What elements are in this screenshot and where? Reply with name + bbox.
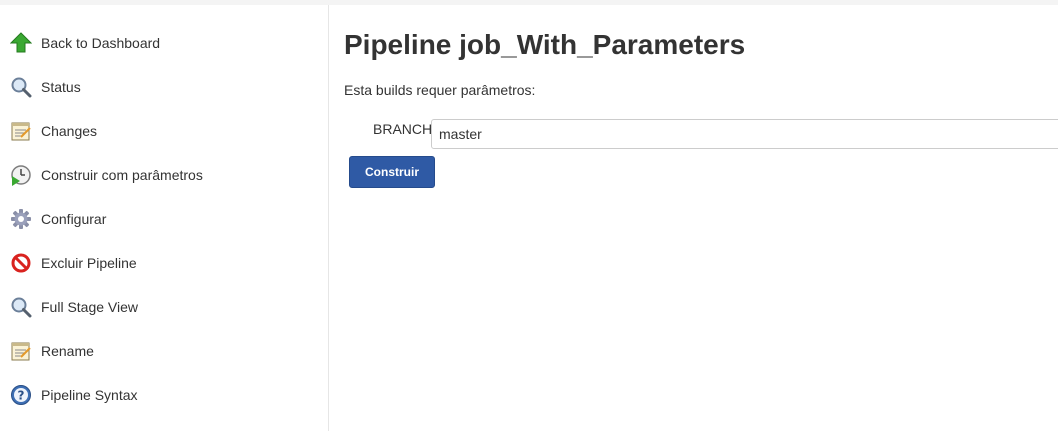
sidebar-item-status[interactable]: Status (0, 65, 328, 109)
page-title: Pipeline job_With_Parameters (344, 29, 746, 60)
up-arrow-icon (9, 32, 33, 54)
sidebar-item-construir-com-parametros[interactable]: Construir com parâmetros (0, 153, 328, 197)
notepad-icon (10, 120, 32, 142)
sidebar-item-label: Configurar (41, 211, 107, 227)
sidebar-item-label: Rename (41, 343, 94, 359)
sidebar-item-rename[interactable]: Rename (0, 329, 328, 373)
clock-play-icon (10, 164, 32, 186)
sidebar-item-full-stage-view[interactable]: Full Stage View (0, 285, 328, 329)
sidebar-item-label: Changes (41, 123, 98, 139)
sidebar-item-back-to-dashboard[interactable]: Back to Dashboard (0, 21, 328, 65)
sidebar: Back to Dashboard Status Changes Constru… (0, 5, 329, 431)
gear-icon (10, 208, 32, 230)
sidebar-item-pipeline-syntax[interactable]: ? Pipeline Syntax (0, 373, 328, 417)
sidebar-item-label: Excluir Pipeline (41, 255, 137, 271)
sidebar-item-label: Construir com parâmetros (41, 167, 203, 183)
branch-param-label: BRANCH (373, 121, 433, 137)
sidebar-item-label: Full Stage View (41, 299, 139, 315)
sidebar-item-label: Pipeline Syntax (41, 387, 138, 403)
sidebar-item-configurar[interactable]: Configurar (0, 197, 328, 241)
sidebar-item-changes[interactable]: Changes (0, 109, 328, 153)
sidebar-item-label: Status (41, 79, 81, 95)
notepad-icon (10, 340, 32, 362)
branch-input[interactable] (431, 119, 1058, 149)
svg-text:?: ? (18, 389, 25, 403)
magnifier-icon (10, 76, 32, 98)
no-entry-icon (10, 252, 32, 274)
sidebar-item-label: Back to Dashboard (41, 35, 161, 51)
sidebar-item-excluir-pipeline[interactable]: Excluir Pipeline (0, 241, 328, 285)
build-button[interactable]: Construir (349, 156, 435, 188)
magnifier-icon (10, 296, 32, 318)
main-content: Pipeline job_With_Parameters Esta builds… (329, 5, 1058, 431)
parameters-description: Esta builds requer parâmetros: (344, 82, 536, 98)
help-icon: ? (10, 384, 32, 406)
